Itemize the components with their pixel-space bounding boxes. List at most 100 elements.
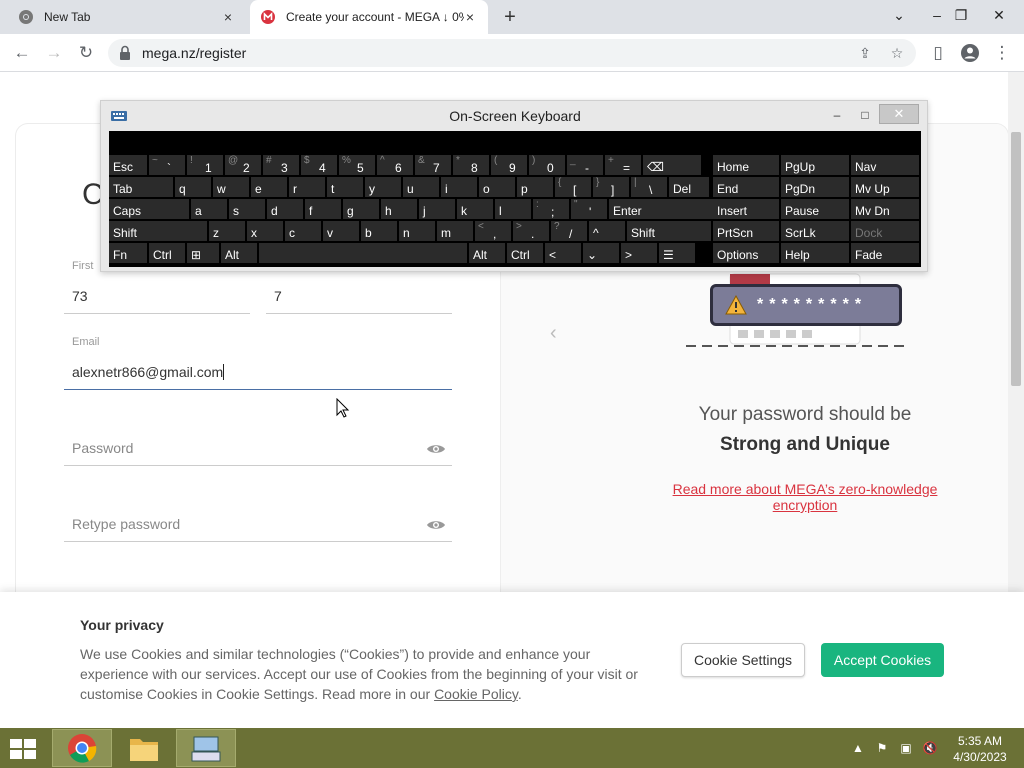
action-center-flag-icon[interactable]: ⚑ [874,740,890,756]
osk-key[interactable]: z [209,221,245,241]
osk-maximize-button[interactable]: □ [851,105,879,125]
volume-muted-icon[interactable]: 🔇 [922,740,938,756]
taskbar-chrome[interactable] [52,729,112,767]
osk-nav-key[interactable]: Help [781,243,849,263]
osk-key[interactable]: Esc [109,155,147,175]
taskbar-on-screen-keyboard[interactable] [176,729,236,767]
osk-key[interactable]: w [213,177,249,197]
osk-key[interactable]: a [191,199,227,219]
osk-key[interactable]: m [437,221,473,241]
osk-key[interactable]: Enter [609,199,721,219]
menu-icon[interactable]: ⋮ [990,41,1014,65]
tab-mega-register[interactable]: Create your account - MEGA ↓ 0% × [250,0,488,34]
cookie-policy-link[interactable]: Cookie Policy [434,686,518,702]
email-field[interactable]: Email alexnetr866@gmail.com [64,336,452,390]
osk-key[interactable]: n [399,221,435,241]
cookie-settings-button[interactable]: Cookie Settings [681,643,805,677]
profile-icon[interactable] [958,41,982,65]
accept-cookies-button[interactable]: Accept Cookies [821,643,944,677]
osk-key[interactable]: p [517,177,553,197]
osk-nav-key[interactable]: PrtScn [713,221,779,241]
osk-key[interactable]: h [381,199,417,219]
osk-key[interactable]: x [247,221,283,241]
osk-key[interactable]: $4 [301,155,337,175]
osk-nav-key[interactable]: Options [713,243,779,263]
osk-key[interactable]: " ' [571,199,607,219]
osk-key[interactable]: q [175,177,211,197]
retype-password-field[interactable]: Retype password [64,500,452,542]
osk-key[interactable]: i [441,177,477,197]
scrollbar-thumb[interactable] [1011,132,1021,386]
reload-icon[interactable]: ↻ [74,41,98,65]
osk-key[interactable]: Ctrl [149,243,185,263]
system-clock[interactable]: 5:35 AM 4/30/2023 [948,733,1012,765]
osk-minimize-button[interactable]: – [823,105,851,125]
back-icon[interactable]: ← [10,41,34,65]
osk-key[interactable]: }] [593,177,629,197]
osk-nav-key[interactable]: End [713,177,779,197]
osk-key[interactable]: ) 0 [529,155,565,175]
osk-key[interactable]: ☰ [659,243,695,263]
close-tab-icon[interactable]: × [220,9,236,25]
osk-key[interactable]: >. [513,221,549,241]
osk-key[interactable]: #3 [263,155,299,175]
osk-key[interactable] [259,243,467,263]
osk-key[interactable]: s [229,199,265,219]
osk-key[interactable]: e [251,177,287,197]
show-hidden-icons-icon[interactable]: ▲ [850,740,866,756]
address-bar[interactable]: mega.nz/register ⇪ ☆ [108,39,916,67]
osk-key[interactable]: Shift [109,221,207,241]
osk-key[interactable]: j [419,199,455,219]
osk-key[interactable]: v [323,221,359,241]
osk-key[interactable]: Shift [627,221,711,241]
show-password-eye-icon[interactable] [426,517,446,533]
osk-key[interactable]: Del [669,177,709,197]
osk-key[interactable]: t [327,177,363,197]
close-window-button[interactable]: ✕ [984,2,1014,28]
osk-key[interactable]: * 8 [453,155,489,175]
carousel-prev-icon[interactable]: ‹ [550,322,557,345]
osk-key[interactable]: d [267,199,303,219]
osk-nav-key[interactable]: Dock [851,221,919,241]
osk-key[interactable]: (9 [491,155,527,175]
osk-key[interactable]: ? / [551,221,587,241]
osk-nav-key[interactable]: Home [713,155,779,175]
osk-key[interactable]: > [621,243,657,263]
osk-key[interactable]: k [457,199,493,219]
network-icon[interactable]: ▣ [898,740,914,756]
new-tab-button[interactable]: + [498,5,522,29]
osk-key[interactable]: u [403,177,439,197]
side-panel-icon[interactable]: ▯ [926,41,950,65]
osk-key[interactable]: Alt [469,243,505,263]
osk-key[interactable]: o [479,177,515,197]
osk-key[interactable]: % 5 [339,155,375,175]
osk-key[interactable]: Ctrl [507,243,543,263]
osk-key[interactable]: Fn [109,243,147,263]
encryption-info-link[interactable]: Read more about MEGA’s zero-knowledge en… [640,481,970,513]
osk-key[interactable]: ^ [589,221,625,241]
osk-nav-key[interactable]: ScrLk [781,221,849,241]
osk-key[interactable]: ⌄ [583,243,619,263]
windows-start-icon[interactable] [8,736,38,762]
restore-button[interactable]: ❐ [946,2,976,28]
osk-key[interactable]: c [285,221,321,241]
tab-search-icon[interactable]: ⌄ [884,2,914,28]
osk-key[interactable]: <, [475,221,511,241]
osk-key[interactable]: Tab [109,177,173,197]
osk-nav-key[interactable]: Nav [851,155,919,175]
osk-key[interactable]: _ - [567,155,603,175]
taskbar-file-explorer[interactable] [114,729,174,767]
osk-key[interactable]: ⌫ [643,155,701,175]
osk-nav-key[interactable]: PgUp [781,155,849,175]
osk-key[interactable]: b [361,221,397,241]
osk-key[interactable]: y [365,177,401,197]
osk-nav-key[interactable]: Pause [781,199,849,219]
osk-nav-key[interactable]: Mv Dn [851,199,919,219]
osk-key[interactable]: Caps [109,199,189,219]
osk-key[interactable]: l [495,199,531,219]
close-tab-icon[interactable]: × [462,9,478,25]
tab-new-tab[interactable]: New Tab × [8,0,246,34]
osk-key[interactable]: ~ ` [149,155,185,175]
show-password-eye-icon[interactable] [426,441,446,457]
osk-nav-key[interactable]: PgDn [781,177,849,197]
